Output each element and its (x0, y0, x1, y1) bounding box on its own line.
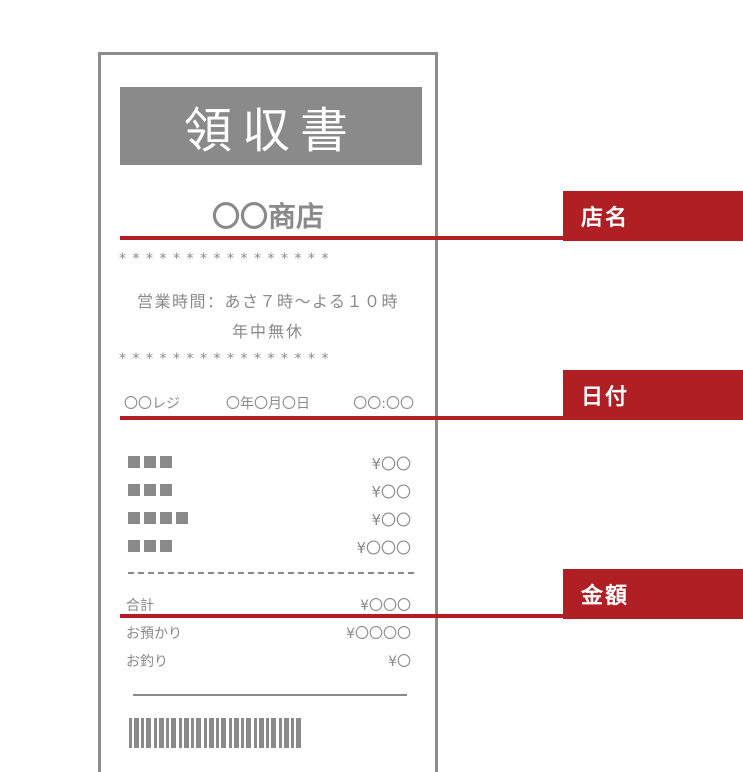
callout-label-date: 日付 (563, 370, 743, 420)
item-row: ¥〇〇 (128, 509, 411, 529)
shop-name: 〇〇商店 (211, 200, 324, 233)
placeholder-block (144, 484, 156, 496)
star-divider-top: **************** (119, 251, 335, 267)
item-name-blocks (128, 456, 172, 468)
item-price: ¥〇〇 (371, 511, 411, 529)
placeholder-block (160, 512, 172, 524)
placeholder-block (160, 484, 172, 496)
barcode (129, 718, 304, 748)
barcode-bar (301, 718, 304, 748)
item-name-blocks (128, 484, 172, 496)
item-row: ¥〇〇 (128, 481, 411, 501)
placeholder-block (144, 456, 156, 468)
receipt-time: 〇〇:〇〇 (353, 396, 414, 412)
item-price: ¥〇〇 (371, 455, 411, 473)
callout-line-date (120, 416, 563, 420)
received-value: ¥〇〇〇〇 (346, 626, 411, 642)
change-value: ¥〇 (388, 654, 411, 670)
star-divider-bottom: **************** (119, 351, 335, 367)
change-label: お釣り (126, 654, 168, 670)
placeholder-block (144, 540, 156, 552)
item-price: ¥〇〇 (371, 483, 411, 501)
callout-label-shop: 店名 (563, 191, 743, 241)
callout-label-amount: 金額 (563, 569, 743, 619)
placeholder-block (144, 512, 156, 524)
callout-line-shop (120, 236, 563, 240)
total-value: ¥〇〇〇 (360, 598, 411, 614)
business-hours: 営業時間：あさ７時～よる１０時 (136, 292, 400, 311)
placeholder-block (128, 484, 140, 496)
holiday-note: 年中無休 (231, 322, 304, 341)
item-row: ¥〇〇〇 (128, 537, 411, 557)
item-row: ¥〇〇 (128, 453, 411, 473)
placeholder-block (128, 540, 140, 552)
callout-line-amount (120, 614, 563, 618)
receipt-date: 〇年〇月〇日 (226, 396, 310, 412)
placeholder-block (128, 512, 140, 524)
register-id: 〇〇レジ (124, 396, 180, 412)
item-name-blocks (128, 512, 188, 524)
placeholder-block (160, 540, 172, 552)
receipt: 領収書 〇〇商店 **************** 営業時間：あさ７時～よる１０… (98, 52, 438, 772)
solid-divider (133, 694, 407, 696)
placeholder-block (160, 456, 172, 468)
placeholder-block (128, 456, 140, 468)
item-name-blocks (128, 540, 172, 552)
placeholder-block (176, 512, 188, 524)
total-label: 合計 (126, 598, 154, 614)
received-label: お預かり (126, 626, 182, 642)
receipt-title: 領収書 (120, 87, 422, 165)
dashed-divider (128, 572, 414, 574)
item-price: ¥〇〇〇 (356, 539, 411, 557)
